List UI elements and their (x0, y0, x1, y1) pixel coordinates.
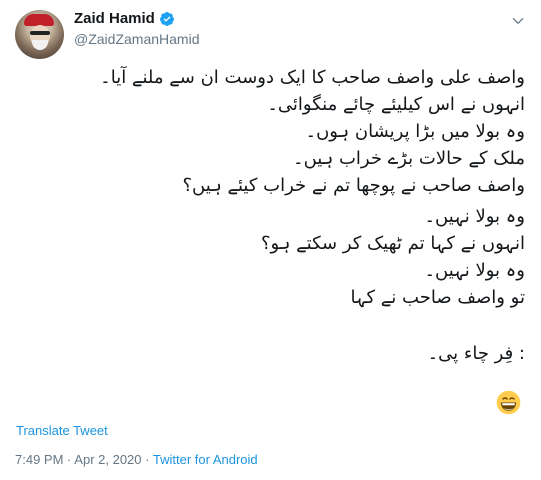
avatar[interactable] (15, 10, 64, 59)
tweet-text-line: وہ بولا نہیں۔ (424, 206, 526, 227)
avatar-glasses (30, 31, 50, 35)
tweet-time[interactable]: 7:49 PM (15, 452, 63, 467)
chevron-down-icon[interactable] (511, 14, 525, 28)
verified-badge-icon (159, 11, 174, 26)
tweet-text-line: ملک کے حالات بڑے خراب ہیں۔ (293, 148, 525, 169)
tweet-text-line: : فِر چاء پی۔ (427, 343, 525, 364)
tweet-meta: 7:49 PM · Apr 2, 2020 · Twitter for Andr… (15, 452, 258, 467)
tweet-text-line: تو واصف صاحب نے کہا (350, 287, 525, 308)
tweet-text-line: وہ بولا نہیں۔ (424, 260, 526, 281)
avatar-beard (32, 40, 48, 50)
author-handle[interactable]: @ZaidZamanHamid (74, 31, 199, 47)
tweet-card: Zaid Hamid @ZaidZamanHamid واصف علی واصف… (0, 0, 541, 480)
meta-separator: · (67, 452, 72, 467)
tweet-date[interactable]: Apr 2, 2020 (74, 452, 141, 467)
grinning-face-icon (496, 390, 521, 415)
author-display-name[interactable]: Zaid Hamid (74, 10, 155, 27)
author-name-row[interactable]: Zaid Hamid (74, 10, 175, 27)
tweet-source-link[interactable]: Twitter for Android (153, 452, 258, 467)
tweet-text-line: انہوں نے کہا تم ٹھیک کر سکتے ہو؟ (260, 233, 525, 254)
tweet-text-line: واصف صاحب نے پوچھا تم نے خراب کیئے ہیں؟ (182, 175, 526, 196)
meta-separator: · (145, 452, 150, 467)
tweet-text-line: انہوں نے اس کیلیئے چائے منگوائی۔ (267, 94, 525, 115)
translate-tweet-link[interactable]: Translate Tweet (16, 423, 108, 438)
tweet-text-line: واصف علی واصف صاحب کا ایک دوست ان سے ملن… (100, 67, 525, 88)
tweet-text-line: وہ بولا میں بڑا پریشان ہوں۔ (305, 121, 525, 142)
